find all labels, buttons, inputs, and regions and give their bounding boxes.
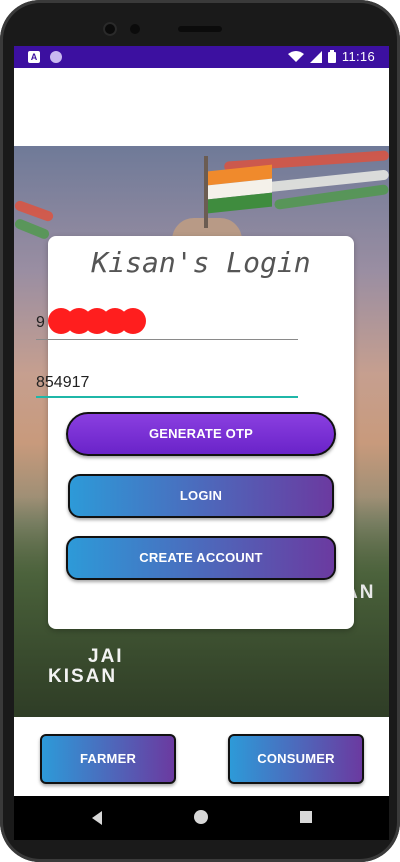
circle-app-icon bbox=[50, 51, 62, 63]
create-account-button[interactable]: CREATE ACCOUNT bbox=[66, 536, 336, 580]
battery-icon bbox=[327, 50, 336, 63]
phone-number-visible-digit: 9 bbox=[36, 314, 45, 331]
otp-field[interactable] bbox=[36, 366, 298, 398]
hero-overlay-text-kisan: KISAN bbox=[48, 666, 118, 687]
back-icon[interactable] bbox=[92, 811, 102, 825]
login-button[interactable]: LOGIN bbox=[68, 474, 334, 518]
farmer-button[interactable]: FARMER bbox=[40, 734, 176, 784]
notification-a-icon: A bbox=[28, 51, 40, 63]
status-bar: A 11:16 bbox=[14, 46, 389, 68]
clock: 11:16 bbox=[341, 49, 375, 64]
otp-input[interactable] bbox=[36, 372, 298, 394]
speaker-grille bbox=[178, 26, 222, 32]
signal-icon bbox=[309, 50, 322, 63]
generate-otp-button[interactable]: GENERATE OTP bbox=[66, 412, 336, 456]
consumer-button[interactable]: CONSUMER bbox=[228, 734, 364, 784]
recents-icon[interactable] bbox=[300, 811, 312, 823]
app-header bbox=[14, 68, 389, 146]
redaction-mark bbox=[120, 308, 146, 334]
screen: A 11:16 AN JAI KISAN Kisan's Login 9 854… bbox=[14, 46, 389, 796]
front-camera bbox=[103, 22, 117, 36]
system-nav-bar bbox=[14, 796, 389, 840]
hero-overlay-text-jai: JAI bbox=[88, 646, 124, 667]
phone-frame: A 11:16 AN JAI KISAN Kisan's Login 9 854… bbox=[0, 0, 400, 862]
page-title: Kisan's Login bbox=[91, 246, 311, 279]
home-icon[interactable] bbox=[194, 810, 208, 824]
proximity-sensor bbox=[130, 24, 140, 34]
smoke-trail-left-green bbox=[14, 217, 51, 241]
indian-flag bbox=[208, 164, 272, 214]
wifi-icon bbox=[287, 50, 304, 62]
phone-number-field[interactable]: 9 bbox=[36, 308, 298, 340]
